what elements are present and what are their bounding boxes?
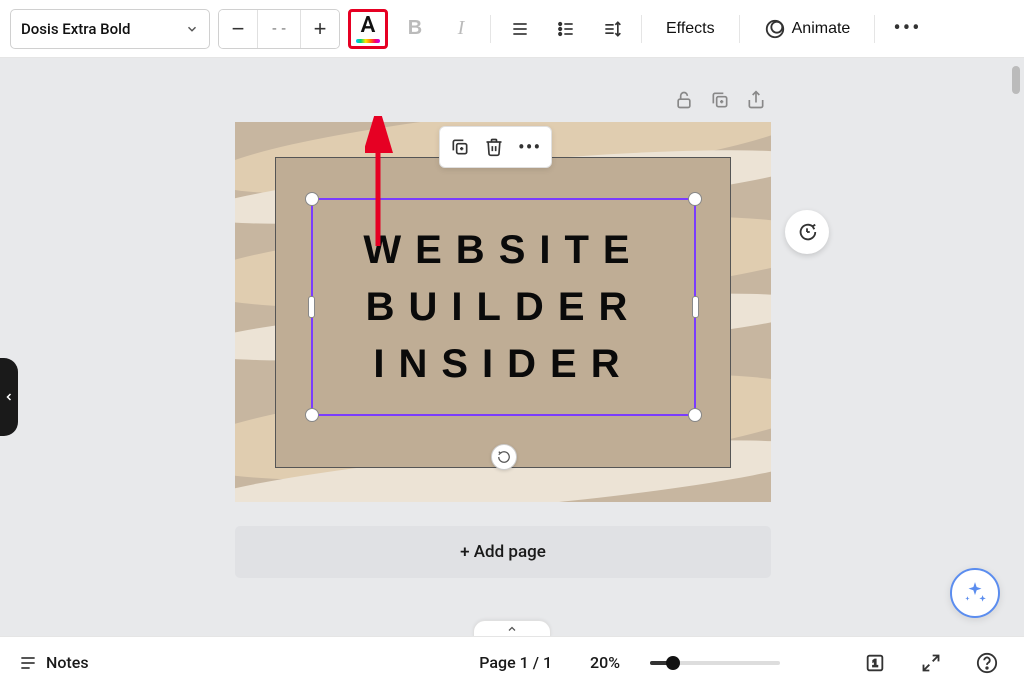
- comment-button[interactable]: [785, 210, 829, 254]
- spacing-icon: [602, 19, 622, 39]
- toolbar-divider: [641, 15, 642, 43]
- vertical-scrollbar[interactable]: [1010, 58, 1022, 636]
- selected-text-element[interactable]: WEBSITE BUILDER INSIDER: [311, 198, 696, 416]
- zoom-slider-thumb[interactable]: [666, 656, 680, 670]
- side-panel-collapse-button[interactable]: [0, 358, 18, 436]
- list-button[interactable]: [547, 9, 585, 49]
- italic-button[interactable]: I: [442, 9, 480, 49]
- canvas-text-line: INSIDER: [373, 342, 633, 387]
- font-size-increase-button[interactable]: +: [301, 10, 339, 48]
- grid-view-icon: 1: [864, 652, 886, 674]
- font-family-label: Dosis Extra Bold: [21, 20, 130, 38]
- help-icon: [976, 652, 998, 674]
- effects-label: Effects: [666, 20, 715, 38]
- resize-handle-left[interactable]: [308, 296, 315, 318]
- animate-button[interactable]: Animate: [750, 9, 865, 49]
- page-actions: [674, 90, 766, 110]
- font-family-select[interactable]: Dosis Extra Bold: [10, 9, 210, 49]
- bold-button[interactable]: B: [396, 9, 434, 49]
- font-size-group: − +: [218, 9, 340, 49]
- chevron-left-icon: [3, 391, 15, 403]
- spacing-button[interactable]: [593, 9, 631, 49]
- floating-context-menu: •••: [439, 126, 552, 168]
- canvas-text-line: WEBSITE: [363, 228, 643, 273]
- alignment-button[interactable]: [501, 9, 539, 49]
- chevron-up-icon: [506, 623, 518, 635]
- resize-handle-tr[interactable]: [688, 192, 702, 206]
- add-page-button[interactable]: + Add page: [235, 526, 771, 578]
- delete-icon[interactable]: [484, 137, 504, 157]
- list-icon: [556, 19, 576, 39]
- text-color-swatch: [356, 39, 380, 43]
- fullscreen-button[interactable]: [912, 644, 950, 682]
- effects-button[interactable]: Effects: [652, 9, 729, 49]
- text-color-button[interactable]: A: [348, 9, 388, 49]
- rotate-handle[interactable]: [491, 444, 517, 470]
- notes-label: Notes: [46, 653, 89, 672]
- ai-assistant-button[interactable]: [950, 568, 1000, 618]
- comment-icon: [796, 221, 818, 243]
- top-toolbar: Dosis Extra Bold − + A B I Effects Anima…: [0, 0, 1024, 58]
- toolbar-divider: [874, 15, 875, 43]
- resize-handle-br[interactable]: [688, 408, 702, 422]
- resize-handle-tl[interactable]: [305, 192, 319, 206]
- canvas-area: WEBSITE BUILDER INSIDER ••• + Add page: [0, 58, 1024, 636]
- align-icon: [510, 19, 530, 39]
- resize-handle-bl[interactable]: [305, 408, 319, 422]
- page-indicator[interactable]: Page 1 / 1: [479, 653, 552, 672]
- toolbar-divider: [739, 15, 740, 43]
- rotate-icon: [497, 450, 511, 464]
- duplicate-icon[interactable]: [450, 137, 470, 157]
- sparkle-icon: [962, 580, 988, 606]
- text-color-letter-icon: A: [361, 15, 376, 37]
- share-page-icon[interactable]: [746, 90, 766, 110]
- font-size-input[interactable]: [257, 10, 301, 48]
- resize-handle-right[interactable]: [692, 296, 699, 318]
- duplicate-page-icon[interactable]: [710, 90, 730, 110]
- notes-icon: [18, 653, 38, 673]
- animate-icon: [764, 18, 786, 40]
- canvas-text-line: BUILDER: [366, 285, 642, 330]
- context-more-button[interactable]: •••: [518, 135, 541, 159]
- more-options-button[interactable]: •••: [885, 16, 929, 41]
- bottom-bar: Notes Page 1 / 1 20% 1: [0, 636, 1024, 688]
- unlock-icon[interactable]: [674, 90, 694, 110]
- scrollbar-thumb[interactable]: [1012, 66, 1020, 94]
- chevron-down-icon: [185, 22, 199, 36]
- notes-button[interactable]: Notes: [18, 653, 89, 673]
- font-size-decrease-button[interactable]: −: [219, 10, 257, 48]
- zoom-slider[interactable]: [650, 661, 780, 665]
- page-drawer-expand-button[interactable]: [473, 620, 551, 636]
- toolbar-divider: [490, 15, 491, 43]
- grid-view-button[interactable]: 1: [856, 644, 894, 682]
- animate-label: Animate: [792, 20, 851, 38]
- svg-text:1: 1: [872, 658, 878, 669]
- zoom-percentage[interactable]: 20%: [590, 653, 620, 672]
- add-page-label: + Add page: [460, 542, 546, 562]
- help-button[interactable]: [968, 644, 1006, 682]
- fullscreen-icon: [921, 653, 941, 673]
